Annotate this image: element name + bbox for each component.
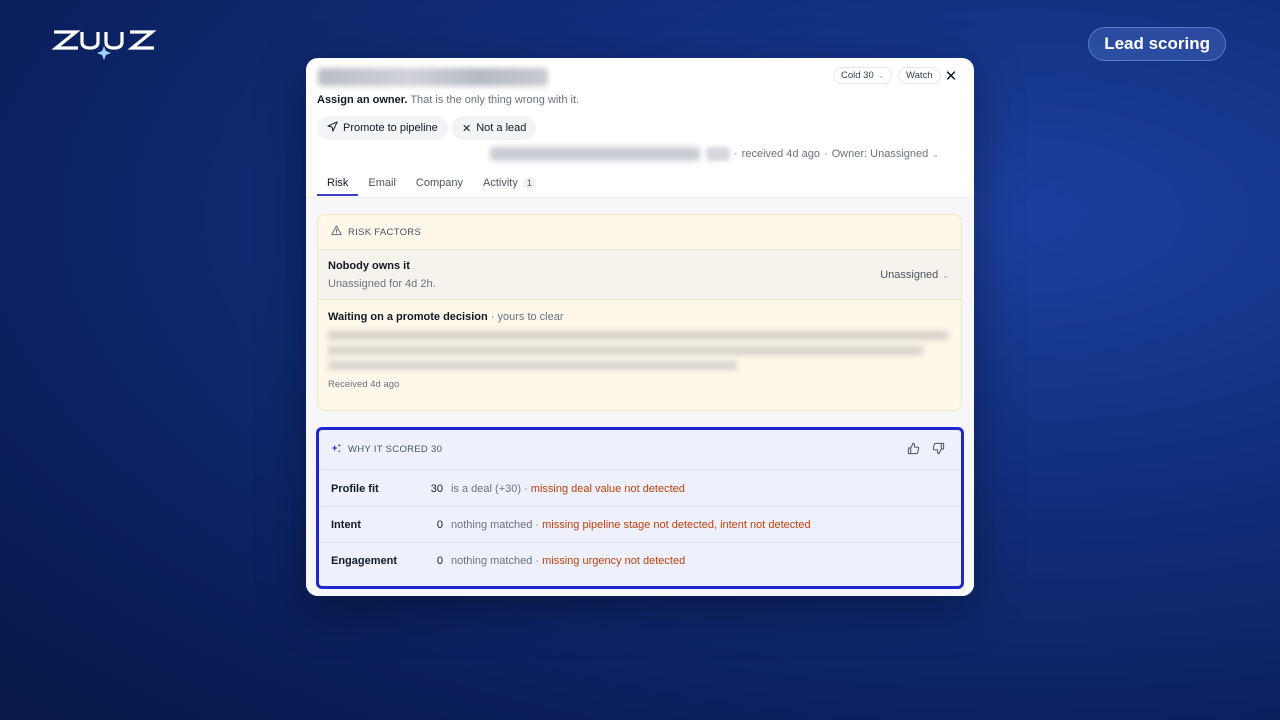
chevron-down-icon: ⌄ xyxy=(877,71,885,80)
score-explanation-card: WHY IT SCORED 30 Profile fit 30 is a dea… xyxy=(316,427,964,589)
score-row-profile-fit: Profile fit 30 is a deal (+30) · missing… xyxy=(319,471,961,507)
close-icon[interactable]: ✕ xyxy=(944,69,958,84)
score-explanation-title: WHY IT SCORED 30 xyxy=(348,444,443,455)
sparkles-icon xyxy=(331,442,342,457)
tab-email[interactable]: Email xyxy=(358,172,406,196)
promote-to-pipeline-button[interactable]: Promote to pipeline xyxy=(317,116,448,140)
send-icon xyxy=(327,121,338,135)
received-time: received 4d ago xyxy=(741,148,820,160)
owner-select[interactable]: Owner: Unassigned ⌄ xyxy=(832,148,939,160)
score-row-detail: nothing matched · missing urgency not de… xyxy=(451,555,686,567)
sender-redacted xyxy=(490,147,700,161)
sender-extra-redacted xyxy=(706,147,730,161)
assign-hint-bold: Assign an owner. xyxy=(317,94,408,106)
score-row-engagement: Engagement 0 nothing matched · missing u… xyxy=(319,543,961,579)
feedback-buttons xyxy=(907,442,945,460)
risk-factors-card: RISK FACTORS Nobody owns it Unassigned f… xyxy=(317,214,962,411)
detail-tabs: Risk Email Company Activity 1 xyxy=(317,172,974,196)
lead-title-redacted xyxy=(318,68,548,86)
score-explanation-header: WHY IT SCORED 30 xyxy=(319,430,961,470)
risk-item-subtitle: Unassigned for 4d 2h. xyxy=(328,278,436,290)
zuus-logo xyxy=(52,28,160,60)
risk-item-title: Nobody owns it xyxy=(328,260,410,272)
not-a-lead-button[interactable]: ✕ Not a lead xyxy=(452,116,537,140)
warning-icon xyxy=(331,225,342,239)
score-row-label: Profile fit xyxy=(331,482,379,495)
score-row-detail: nothing matched · missing pipeline stage… xyxy=(451,518,811,531)
risk-item-received: Received 4d ago xyxy=(328,379,400,390)
score-row-intent: Intent 0 nothing matched · missing pipel… xyxy=(319,507,961,543)
assign-owner-value: Unassigned xyxy=(880,269,939,281)
chevron-down-icon: ⌄ xyxy=(932,149,939,159)
missing-signals: missing deal value not detected xyxy=(530,482,685,495)
risk-factors-header: RISK FACTORS xyxy=(318,215,961,250)
thumbs-down-icon[interactable] xyxy=(932,442,945,460)
tab-company[interactable]: Company xyxy=(406,172,473,196)
score-chip[interactable]: Cold 30 ⌄ xyxy=(833,67,893,84)
watch-button[interactable]: Watch xyxy=(898,67,941,84)
assign-hint-rest: That is the only thing wrong with it. xyxy=(407,94,580,106)
score-row-label: Intent xyxy=(331,518,361,531)
promote-label: Promote to pipeline xyxy=(343,122,438,134)
risk-item-promote-decision: Waiting on a promote decision · yours to… xyxy=(328,311,564,323)
risk-item-title: Waiting on a promote decision xyxy=(328,311,488,323)
assign-owner-select[interactable]: Unassigned ⌄ xyxy=(880,269,949,281)
lead-meta: · received 4d ago · Owner: Unassigned ⌄ xyxy=(734,148,939,160)
not-lead-label: Not a lead xyxy=(476,122,527,134)
lead-scoring-badge: Lead scoring xyxy=(1088,27,1226,61)
score-row-label: Engagement xyxy=(331,555,398,567)
risk-item-suffix: · yours to clear xyxy=(487,311,564,323)
x-icon: ✕ xyxy=(462,122,472,135)
risk-item-no-owner: Nobody owns it Unassigned for 4d 2h. Una… xyxy=(318,250,961,300)
risk-factors-title: RISK FACTORS xyxy=(348,226,422,238)
missing-signals: missing urgency not detected xyxy=(542,555,686,567)
email-excerpt-redacted xyxy=(328,329,948,373)
tab-activity[interactable]: Activity 1 xyxy=(473,172,546,196)
activity-count-badge: 1 xyxy=(522,177,536,189)
score-row-value: 30 xyxy=(430,482,443,495)
score-row-value: 0 xyxy=(436,518,443,531)
lead-detail-panel: Cold 30 ⌄ Watch ✕ Assign an owner. That … xyxy=(306,58,974,596)
watch-label: Watch xyxy=(906,70,933,81)
tab-risk[interactable]: Risk xyxy=(317,172,359,196)
score-chip-label: Cold 30 xyxy=(841,70,874,81)
score-row-value: 0 xyxy=(436,555,443,567)
thumbs-up-icon[interactable] xyxy=(907,442,920,460)
assign-hint: Assign an owner. That is the only thing … xyxy=(317,94,579,106)
missing-signals: missing pipeline stage not detected, int… xyxy=(542,518,811,531)
chevron-down-icon: ⌄ xyxy=(942,270,949,280)
score-row-detail: is a deal (+30) · missing deal value not… xyxy=(451,482,685,495)
owner-label: Owner: Unassigned xyxy=(831,148,929,160)
